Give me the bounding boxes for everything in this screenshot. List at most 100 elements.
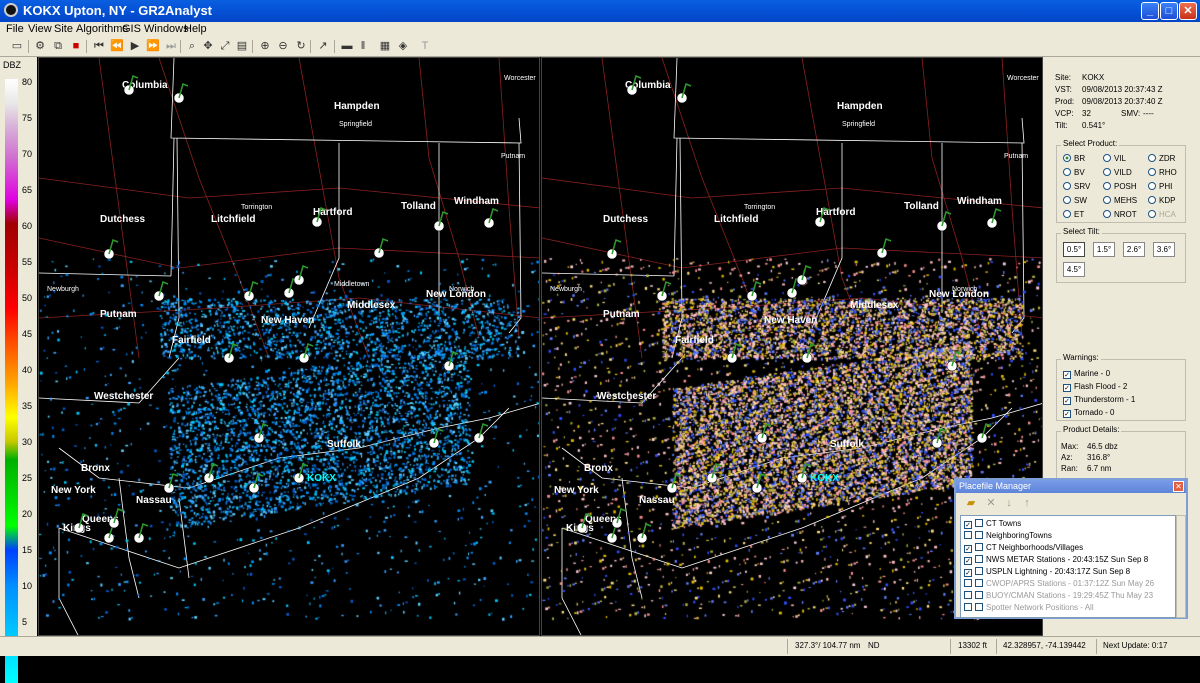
placefile-item[interactable]: NeighboringTowns bbox=[964, 531, 1052, 540]
move-down-icon[interactable]: ↓ bbox=[1002, 496, 1016, 510]
warning-marine-checkbox[interactable]: ✓ Marine - 0 bbox=[1063, 369, 1110, 379]
warning-thunderstorm-checkbox[interactable]: ✓ Thunderstorm - 1 bbox=[1063, 395, 1135, 405]
zoom-icon[interactable]: ⌕ bbox=[185, 39, 199, 53]
move-up-icon[interactable]: ↑ bbox=[1020, 496, 1034, 510]
menu-file[interactable]: File bbox=[6, 23, 24, 35]
placefile-item[interactable]: ✓ CT Towns bbox=[964, 519, 1021, 529]
next-frame-icon[interactable]: ⏩ bbox=[146, 39, 160, 53]
ran-value: 6.7 nm bbox=[1087, 464, 1112, 473]
station-marker bbox=[876, 237, 892, 259]
pan-icon[interactable]: ✥ bbox=[201, 39, 215, 53]
station-marker bbox=[746, 280, 762, 302]
legend-tick: 35 bbox=[22, 401, 33, 411]
product-radio-mehs[interactable]: MEHS bbox=[1103, 196, 1137, 205]
placefile-item[interactable]: Spotter Network Positions - All bbox=[964, 603, 1094, 612]
menu-site[interactable]: Site bbox=[54, 23, 73, 35]
maximize-button[interactable]: □ bbox=[1160, 2, 1178, 20]
play-icon[interactable]: ▶ bbox=[128, 39, 142, 53]
legend-tick: 20 bbox=[22, 509, 33, 519]
placefile-item[interactable]: ✓ NWS METAR Stations - 20:43:15Z Sun Sep … bbox=[964, 555, 1148, 565]
warning-flashflood-checkbox[interactable]: ✓ Flash Flood - 2 bbox=[1063, 382, 1127, 392]
copy-icon[interactable]: ⧉ bbox=[51, 39, 65, 53]
tilt-button-0-5[interactable]: 0.5° bbox=[1063, 242, 1085, 257]
open-icon[interactable]: ▭ bbox=[10, 39, 24, 53]
menu-algorithms[interactable]: Algorithms bbox=[76, 23, 128, 35]
product-radio-et[interactable]: ET bbox=[1063, 210, 1084, 219]
prev-frame-icon[interactable]: ⏪ bbox=[110, 39, 124, 53]
color-legend: DBZ 80 75 70 65 60 55 50 45 40 35 30 25 … bbox=[0, 57, 37, 683]
refresh-icon[interactable]: ↻ bbox=[294, 39, 308, 53]
remove-icon[interactable]: ✕ bbox=[984, 496, 998, 510]
warning-tornado-checkbox[interactable]: ✓ Tornado - 0 bbox=[1063, 408, 1114, 418]
zoom-in-icon[interactable]: ⊕ bbox=[258, 39, 272, 53]
pointer-icon[interactable]: ↗ bbox=[316, 39, 330, 53]
placefile-close-button[interactable]: ✕ bbox=[1173, 481, 1184, 492]
station-marker bbox=[473, 422, 489, 444]
placefile-item[interactable]: BUOY/CMAN Stations - 19:29:45Z Thu May 2… bbox=[964, 591, 1153, 600]
menu-gis[interactable]: GIS bbox=[122, 23, 141, 35]
product-radio-kdp[interactable]: KDP bbox=[1148, 196, 1175, 205]
product-radio-br[interactable]: BR bbox=[1063, 154, 1085, 163]
tilt-button-4-5[interactable]: 4.5° bbox=[1063, 262, 1085, 277]
select-product-title: Select Product: bbox=[1061, 139, 1120, 148]
product-radio-hca[interactable]: HCA bbox=[1148, 210, 1176, 219]
product-radio-posh[interactable]: POSH bbox=[1103, 182, 1137, 191]
product-radio-sw[interactable]: SW bbox=[1063, 196, 1087, 205]
tilt-button-3-6[interactable]: 3.6° bbox=[1153, 242, 1175, 257]
placefile-toolbar: ▰ ✕ ↓ ↑ bbox=[956, 494, 1186, 512]
text-icon[interactable]: T bbox=[418, 39, 432, 53]
dual-pane-icon[interactable]: ‖ bbox=[356, 39, 370, 53]
product-radio-nrot[interactable]: NROT bbox=[1103, 210, 1137, 219]
minimize-button[interactable]: _ bbox=[1141, 2, 1159, 20]
placefile-title-bar: Placefile Manager bbox=[956, 480, 1186, 493]
layers-icon[interactable]: ▤ bbox=[235, 39, 249, 53]
tilt-button-2-6[interactable]: 2.6° bbox=[1123, 242, 1145, 257]
measure-icon[interactable]: ⤢ bbox=[218, 39, 232, 53]
station-marker bbox=[726, 342, 742, 364]
radar-pane-left[interactable]: Columbia Hampden Springfield Dutchess Li… bbox=[38, 57, 540, 636]
product-radio-vil[interactable]: VIL bbox=[1103, 154, 1126, 163]
product-radio-bv[interactable]: BV bbox=[1063, 168, 1085, 177]
menu-view[interactable]: View bbox=[28, 23, 52, 35]
product-radio-srv[interactable]: SRV bbox=[1063, 182, 1090, 191]
station-marker bbox=[976, 422, 992, 444]
product-radio-vild[interactable]: VILD bbox=[1103, 168, 1132, 177]
station-marker bbox=[443, 350, 459, 372]
settings-icon[interactable]: ⚙ bbox=[33, 39, 47, 53]
vcp-value: 32 bbox=[1082, 109, 1091, 118]
placefile-item[interactable]: ✓ CT Neighborhoods/Villages bbox=[964, 543, 1083, 553]
site-value: KOKX bbox=[1082, 73, 1105, 82]
vcp-label: VCP: bbox=[1055, 109, 1074, 118]
smv-label: SMV: bbox=[1121, 109, 1141, 118]
station-marker bbox=[796, 264, 812, 286]
station-marker bbox=[103, 238, 119, 260]
link-icon[interactable]: ◈ bbox=[396, 39, 410, 53]
station-marker bbox=[756, 422, 772, 444]
last-frame-icon[interactable]: ⏭ bbox=[164, 39, 178, 53]
status-bar: 327.3°/ 104.77 nm ND 13302 ft 42.328957,… bbox=[0, 636, 1200, 656]
product-radio-zdr[interactable]: ZDR bbox=[1148, 154, 1175, 163]
product-details-group: Product Details: Max: 46.5 dbz Az: 316.8… bbox=[1056, 425, 1186, 481]
menu-help[interactable]: Help bbox=[184, 23, 207, 35]
app-icon bbox=[4, 3, 18, 17]
station-marker bbox=[223, 342, 239, 364]
placefile-item[interactable]: ✓ USPLN Lightning - 20:43:17Z Sun Sep 8 bbox=[964, 567, 1130, 577]
station-marker bbox=[801, 342, 817, 364]
menu-windows[interactable]: Windows bbox=[144, 23, 189, 35]
tilt-button-1-5[interactable]: 1.5° bbox=[1093, 242, 1115, 257]
close-button[interactable]: ✕ bbox=[1179, 2, 1197, 20]
zoom-out-icon[interactable]: ⊖ bbox=[276, 39, 290, 53]
legend-tick: 65 bbox=[22, 185, 33, 195]
folder-open-icon[interactable]: ▰ bbox=[964, 496, 978, 510]
delete-icon[interactable]: ■ bbox=[69, 39, 83, 53]
single-pane-icon[interactable]: ▬ bbox=[340, 39, 354, 53]
placefile-item[interactable]: CWOP/APRS Stations - 01:37:12Z Sun May 2… bbox=[964, 579, 1154, 588]
warnings-group: Warnings: ✓ Marine - 0 ✓ Flash Flood - 2 ✓… bbox=[1056, 353, 1186, 421]
product-radio-phi[interactable]: PHI bbox=[1148, 182, 1172, 191]
product-radio-rho[interactable]: RHO bbox=[1148, 168, 1177, 177]
placefile-scrollbar[interactable] bbox=[1176, 515, 1186, 618]
quad-pane-icon[interactable]: ▦ bbox=[378, 39, 392, 53]
station-marker bbox=[253, 422, 269, 444]
station-marker bbox=[666, 472, 682, 494]
first-frame-icon[interactable]: ⏮ bbox=[92, 39, 106, 53]
